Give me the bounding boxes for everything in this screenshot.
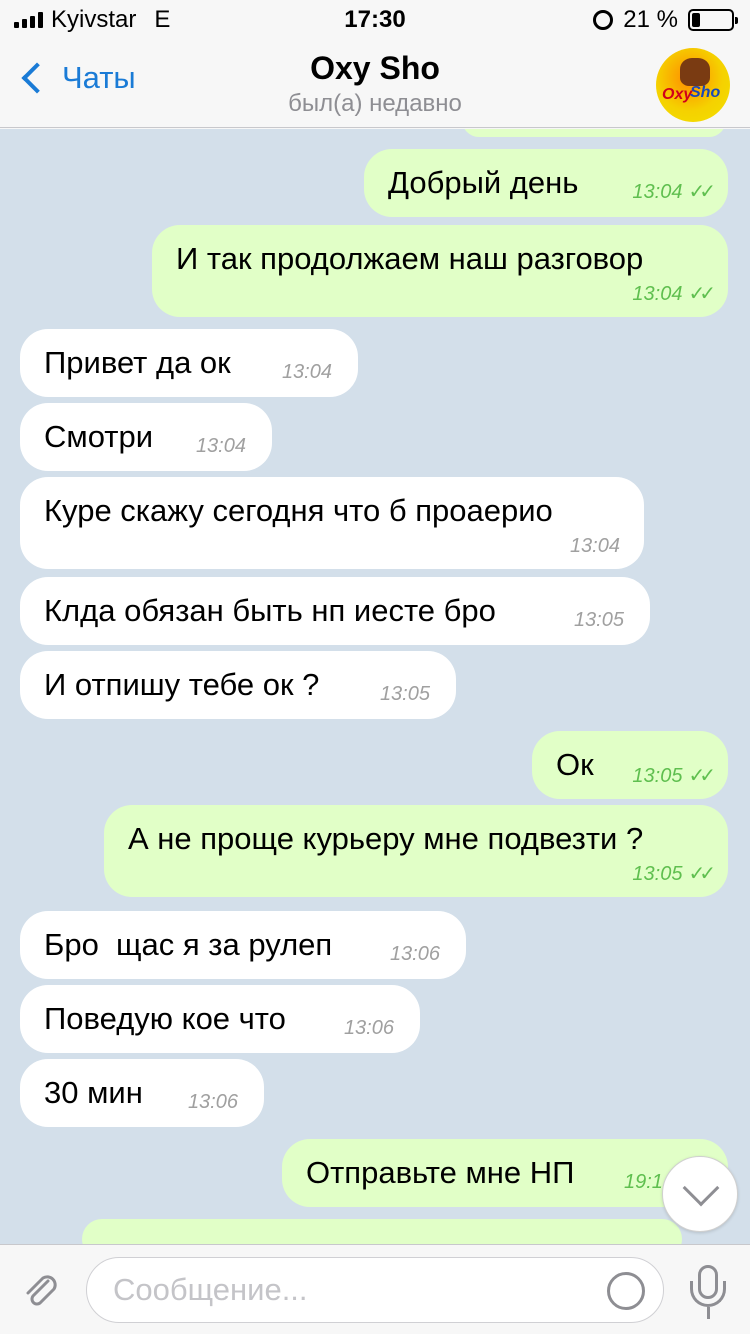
message-bubble[interactable]: Смотри 13:04: [20, 403, 272, 471]
message-text: Отправьте мне НП: [306, 1155, 575, 1190]
message-text: Добрый день: [388, 165, 579, 200]
message-text: И так продолжаем наш разговор: [176, 241, 644, 276]
avatar[interactable]: Oxy Sho: [656, 48, 730, 122]
message-time: 13:05: [573, 609, 624, 631]
message-time: 13:04: [569, 535, 620, 557]
alarm-icon: [593, 10, 614, 30]
scroll-down-button[interactable]: [662, 1156, 738, 1232]
message-bubble[interactable]: Привет да ок 13:04: [20, 329, 358, 397]
message-time: 13:04 ✓✓: [632, 283, 715, 305]
double-check-icon: ✓✓: [688, 765, 715, 787]
message-text: 30 мин: [44, 1075, 143, 1110]
message-input[interactable]: Сообщение...: [86, 1257, 664, 1323]
chevron-down-icon: [682, 1169, 720, 1207]
message-text: Ок: [556, 747, 594, 782]
paperclip-icon[interactable]: [18, 1267, 62, 1311]
message-time: 13:05 ✓✓: [632, 863, 715, 885]
message-bubble[interactable]: Куре скажу сегодня что б проаерио 13:04: [20, 477, 644, 569]
message-text: Бро щас я за рулеп: [44, 927, 333, 962]
message-time: 13:04 ✓✓: [632, 181, 715, 203]
double-check-icon: ✓✓: [688, 863, 715, 885]
message-time: 13:04: [281, 361, 332, 383]
battery-percent: 21 %: [623, 6, 678, 33]
microphone-icon[interactable]: [688, 1265, 728, 1321]
double-check-icon: ✓✓: [688, 181, 715, 203]
avatar-logo-text: Sho: [690, 84, 721, 101]
message-bubble[interactable]: 30 мин 13:06: [20, 1059, 264, 1127]
message-time: 13:06: [389, 943, 440, 965]
message-text: Куре скажу сегодня что б проаерио: [44, 493, 553, 528]
message-text: Смотри: [44, 419, 154, 454]
message-bubble-partial: [462, 129, 726, 137]
message-text: Поведую кое что: [44, 1001, 286, 1036]
message-time: 13:04: [195, 435, 246, 457]
message-input-bar: Сообщение...: [0, 1244, 750, 1334]
message-input-placeholder: Сообщение...: [113, 1272, 308, 1307]
message-bubble[interactable]: Бро щас я за рулеп 13:06: [20, 911, 466, 979]
message-bubble[interactable]: И так продолжаем наш разговор 13:04 ✓✓: [152, 225, 728, 317]
message-text: Привет да ок: [44, 345, 231, 380]
last-seen-status: был(а) недавно: [288, 90, 462, 117]
message-bubble[interactable]: Поведую кое что 13:06: [20, 985, 420, 1053]
avatar-figure: [680, 58, 710, 86]
message-bubble[interactable]: А не проще курьеру мне подвезти ? 13:05 ✓…: [104, 805, 728, 897]
message-time: 13:06: [187, 1091, 238, 1113]
message-text: И отпишу тебе ок ?: [44, 667, 320, 702]
double-check-icon: ✓✓: [688, 283, 715, 305]
contact-name[interactable]: Oxy Sho: [0, 50, 750, 87]
message-text: Клда обязан быть нп иесте бро: [44, 593, 496, 628]
status-bar: Kyivstar E 17:30 21 %: [0, 0, 750, 40]
message-bubble[interactable]: Отправьте мне НП 19:1: [282, 1139, 728, 1207]
status-right: 21 %: [593, 6, 738, 34]
chat-area[interactable]: Добрый день 13:04 ✓✓ И так продолжаем наш…: [0, 129, 750, 1244]
message-bubble[interactable]: Ок 13:05 ✓✓: [532, 731, 728, 799]
battery-icon: [688, 9, 738, 31]
message-time: 13:05 ✓✓: [632, 765, 715, 787]
message-time: 13:06: [343, 1017, 394, 1039]
message-bubble[interactable]: Клда обязан быть нп иесте бро 13:05: [20, 577, 650, 645]
message-bubble[interactable]: И отпишу тебе ок ? 13:05: [20, 651, 456, 719]
message-text: А не проще курьеру мне подвезти ?: [128, 821, 644, 856]
chat-header: Чаты Oxy Sho был(а) недавно Oxy Sho: [0, 40, 750, 128]
message-bubble-partial: [82, 1219, 682, 1244]
sticker-icon[interactable]: [607, 1272, 645, 1310]
message-time: 13:05: [379, 683, 430, 705]
paperclip-icon-svg: [26, 1275, 57, 1306]
avatar-logo-text: Oxy: [662, 86, 693, 103]
message-bubble[interactable]: Добрый день 13:04 ✓✓: [364, 149, 728, 217]
message-time: 19:1: [624, 1171, 663, 1193]
